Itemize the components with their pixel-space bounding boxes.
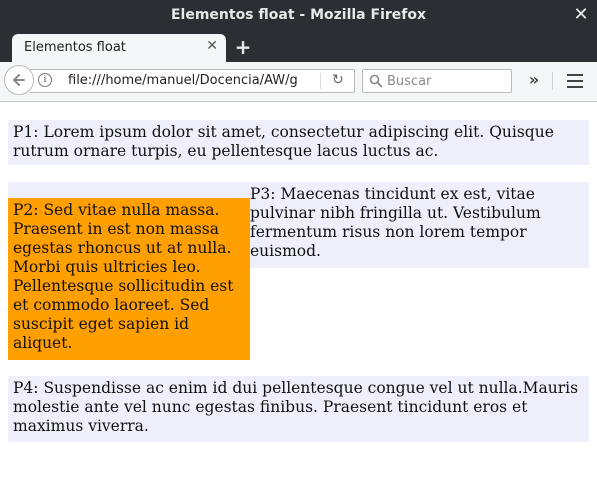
search-bar[interactable]	[362, 69, 512, 93]
page-content: P1: Lorem ipsum dolor sit amet, consecte…	[0, 102, 597, 486]
window-titlebar: Elementos float - Mozilla Firefox ✕	[0, 0, 597, 31]
window-close-icon[interactable]: ✕	[571, 4, 591, 26]
url-text[interactable]: file:///home/manuel/Docencia/AW/g	[68, 73, 324, 88]
navigation-toolbar: i file:///home/manuel/Docencia/AW/g ↻ »	[0, 62, 597, 102]
hamburger-menu-icon[interactable]	[565, 72, 585, 90]
search-icon	[369, 74, 383, 88]
search-input[interactable]	[387, 72, 505, 90]
paragraph-p4: P4: Suspendisse ac enim id dui pellentes…	[8, 376, 589, 442]
back-arrow-icon	[13, 74, 25, 86]
tab-label: Elementos float	[24, 40, 126, 55]
info-icon[interactable]: i	[38, 73, 52, 87]
floated-paragraph-p2: P2: Sed vitae nulla massa. Praesent in e…	[8, 198, 250, 360]
overflow-chevron-icon[interactable]: »	[524, 70, 544, 90]
window-title: Elementos float - Mozilla Firefox	[170, 7, 427, 23]
tab-elementos-float[interactable]: Elementos float ✕	[12, 34, 226, 62]
new-tab-button[interactable]: +	[232, 35, 254, 59]
paragraph-p3: P3: Maecenas tincidunt ex est, vitae pul…	[250, 185, 541, 260]
back-button[interactable]	[4, 65, 34, 95]
paragraph-p1: P1: Lorem ipsum dolor sit amet, consecte…	[8, 120, 589, 165]
toolbar-divider	[552, 72, 553, 90]
url-bar-divider	[320, 73, 321, 89]
url-bar[interactable]: i file:///home/manuel/Docencia/AW/g ↻	[30, 69, 355, 93]
reload-icon[interactable]: ↻	[332, 72, 344, 88]
tab-close-icon[interactable]: ✕	[206, 38, 218, 54]
tab-strip: Elementos float ✕ +	[0, 31, 597, 62]
